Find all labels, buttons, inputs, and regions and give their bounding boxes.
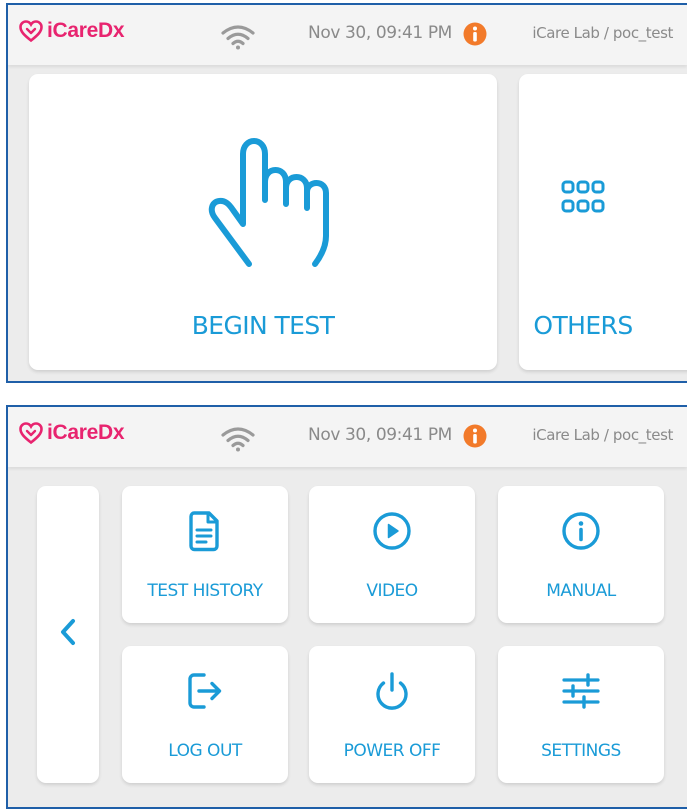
others-screen: iCareDx Nov 30, 09:41 PM iCare Lab / poc… bbox=[6, 405, 687, 809]
logo: iCareDx bbox=[18, 19, 125, 43]
info-badge-icon[interactable] bbox=[463, 424, 487, 448]
home-screen: iCareDx Nov 30, 09:41 PM iCare Lab / poc… bbox=[6, 3, 687, 383]
document-icon bbox=[189, 511, 219, 552]
status-bar: iCareDx Nov 30, 09:41 PM iCare Lab / poc… bbox=[8, 5, 687, 65]
logo-text: iCareDx bbox=[47, 19, 125, 42]
tile-label: MANUAL bbox=[546, 581, 616, 601]
info-badge-icon[interactable] bbox=[463, 22, 487, 46]
wifi-icon bbox=[221, 427, 255, 452]
logo-text: iCareDx bbox=[47, 421, 125, 444]
others-label: OTHERS bbox=[533, 311, 633, 340]
log-out-button[interactable]: LOG OUT bbox=[122, 646, 288, 783]
status-bar: iCareDx Nov 30, 09:41 PM iCare Lab / poc… bbox=[8, 407, 687, 467]
heart-logo-icon bbox=[19, 20, 43, 43]
heart-logo-icon bbox=[19, 422, 43, 445]
datetime: Nov 30, 09:41 PM bbox=[308, 425, 452, 445]
lab-user: iCare Lab / poc_test bbox=[532, 426, 673, 444]
logout-icon bbox=[188, 673, 222, 709]
power-icon bbox=[376, 672, 408, 710]
apps-grid-icon bbox=[561, 180, 605, 213]
chevron-left-icon bbox=[61, 619, 75, 645]
datetime: Nov 30, 09:41 PM bbox=[308, 23, 452, 43]
lab-user: iCare Lab / poc_test bbox=[532, 24, 673, 42]
wifi-icon bbox=[221, 25, 255, 50]
sliders-icon bbox=[562, 673, 600, 709]
test-history-button[interactable]: TEST HISTORY bbox=[122, 486, 288, 623]
tile-label: POWER OFF bbox=[343, 741, 441, 761]
others-button[interactable]: OTHERS bbox=[519, 74, 687, 370]
power-off-button[interactable]: POWER OFF bbox=[309, 646, 475, 783]
tile-label: LOG OUT bbox=[168, 741, 242, 761]
begin-test-label: BEGIN TEST bbox=[191, 311, 335, 340]
back-button[interactable] bbox=[37, 486, 99, 783]
tile-label: TEST HISTORY bbox=[147, 581, 263, 601]
settings-button[interactable]: SETTINGS bbox=[498, 646, 664, 783]
play-icon bbox=[373, 512, 411, 550]
tile-label: SETTINGS bbox=[541, 741, 621, 761]
logo: iCareDx bbox=[18, 421, 125, 445]
hand-pointer-icon bbox=[208, 138, 329, 267]
manual-button[interactable]: MANUAL bbox=[498, 486, 664, 623]
begin-test-button[interactable]: BEGIN TEST bbox=[29, 74, 497, 370]
tile-label: VIDEO bbox=[366, 581, 418, 601]
video-button[interactable]: VIDEO bbox=[309, 486, 475, 623]
info-icon bbox=[562, 512, 600, 550]
